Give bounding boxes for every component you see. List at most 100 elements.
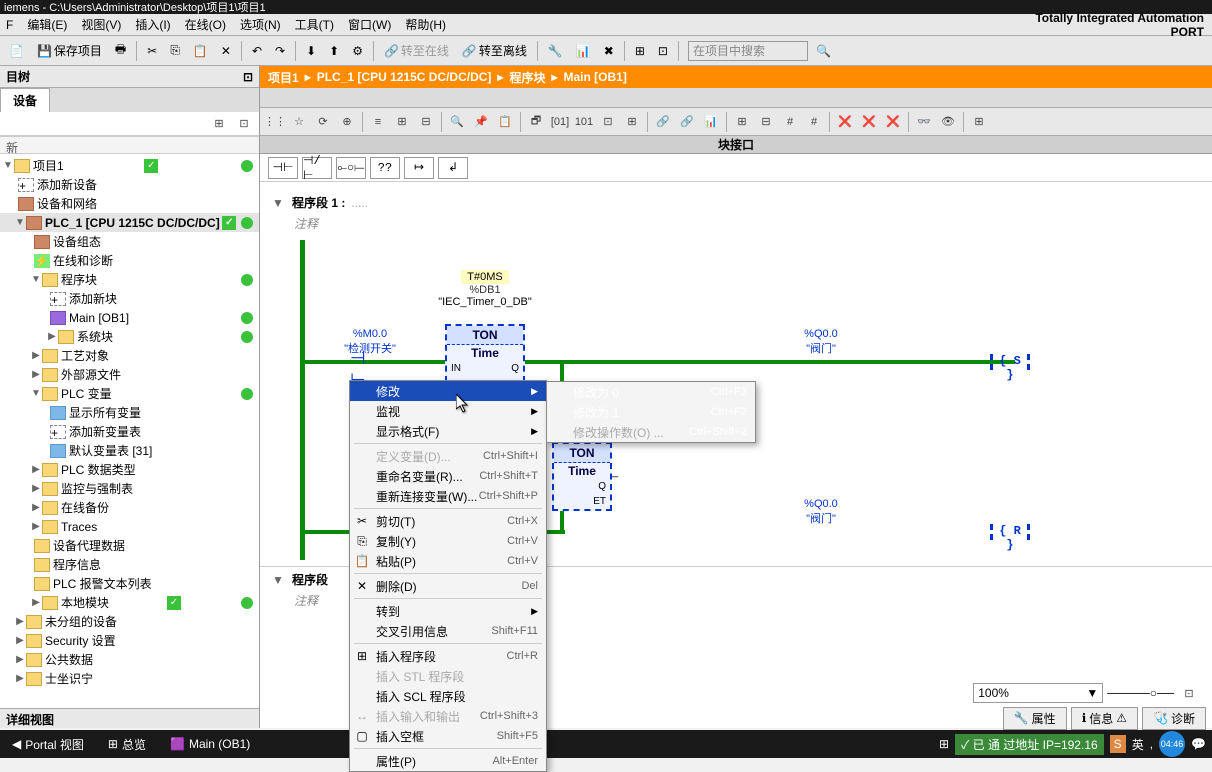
et-icon[interactable]: ⊞	[731, 111, 753, 133]
menu-file[interactable]: F	[0, 16, 19, 34]
coil-q0.0-reset[interactable]: %Q0.0"阀门"	[786, 498, 856, 526]
et-icon[interactable]: ⊞	[621, 111, 643, 133]
tree-local-modules[interactable]: ▶本地模块✓	[0, 593, 259, 612]
collapse-icon[interactable]: ▼	[272, 573, 286, 587]
et-icon[interactable]: ⊕	[336, 111, 358, 133]
menu-edit[interactable]: 编辑(E)	[21, 14, 73, 35]
tree-main-ob1[interactable]: Main [OB1]	[0, 308, 259, 327]
ctx-cut[interactable]: ✂剪切(T)Ctrl+X	[350, 511, 546, 531]
tb-icon2[interactable]: 📊	[571, 41, 596, 61]
reset-coil-icon[interactable]: { R }	[990, 524, 1030, 540]
ctx-properties[interactable]: 属性(P)Alt+Enter	[350, 751, 546, 771]
project-tree[interactable]: ▼项目1✓ +添加新设备 设备和网络 ▼PLC_1 [CPU 1215C DC/…	[0, 154, 259, 708]
delete-icon[interactable]: ✕	[216, 41, 236, 61]
portal-view-button[interactable]: ◀ Portal 视图	[6, 734, 90, 755]
ctx-delete[interactable]: ✕删除(D)Del	[350, 576, 546, 596]
et-icon[interactable]: #	[803, 111, 825, 133]
ctx-rewire-var[interactable]: 重新连接变量(W)...Ctrl+Shift+P	[350, 486, 546, 506]
tree-tool2-icon[interactable]: ⊡	[233, 113, 255, 135]
et-icon[interactable]: [01]	[549, 111, 571, 133]
et-icon[interactable]: 📊	[700, 111, 722, 133]
coil-q0.0-set[interactable]: %Q0.0"阀门"	[786, 328, 856, 356]
tab-diagnostics[interactable]: 🩺诊断	[1142, 707, 1206, 730]
ime-indicator[interactable]: S	[1110, 735, 1126, 753]
tb-icon4[interactable]: ⊞	[630, 41, 650, 61]
menu-help[interactable]: 帮助(H)	[399, 14, 452, 35]
search-input[interactable]: 在项目中搜索	[688, 41, 808, 61]
print-icon[interactable]: 🖶	[110, 37, 131, 64]
lad-coil-icon[interactable]: ⟜○⟝	[336, 157, 366, 179]
tree-online-diag[interactable]: ⚡在线和诊断	[0, 251, 259, 270]
menu-tools[interactable]: 工具(T)	[289, 14, 340, 35]
et-icon[interactable]: 🔗	[652, 111, 674, 133]
ime-lang[interactable]: 英	[1132, 736, 1144, 753]
et-icon[interactable]: ⊞	[968, 111, 990, 133]
tree-common-data[interactable]: ▶公共数据	[0, 650, 259, 669]
et-icon[interactable]: 📌	[470, 111, 492, 133]
tree-dev-network[interactable]: 设备和网络	[0, 194, 259, 213]
ctx-rename-var[interactable]: 重命名变量(R)...Ctrl+Shift+T	[350, 466, 546, 486]
compile-icon[interactable]: ⚙	[347, 41, 368, 61]
tree-alarm-text[interactable]: PLC 报警文本列表	[0, 574, 259, 593]
ctx-paste[interactable]: 📋粘贴(P)Ctrl+V	[350, 551, 546, 571]
et-icon[interactable]: ⊡	[597, 111, 619, 133]
ctx-insert-network[interactable]: ⊞插入程序段Ctrl+R	[350, 646, 546, 666]
menu-online[interactable]: 在线(O)	[179, 14, 232, 35]
zoom-fit-icon[interactable]: ⊡	[1178, 682, 1200, 704]
ctx-modify-to-1[interactable]: 修改为 1Ctrl+F2	[547, 402, 755, 422]
ton-block-2[interactable]: TON Time Q ET	[552, 442, 612, 511]
tree-program-info[interactable]: 程序信息	[0, 555, 259, 574]
bc-blocks[interactable]: 程序块	[509, 69, 545, 86]
set-coil-icon[interactable]: { S }	[990, 354, 1030, 370]
et-icon[interactable]: ❌	[882, 111, 904, 133]
tree-add-block[interactable]: +添加新块	[0, 289, 259, 308]
download-icon[interactable]: ⬇	[301, 41, 321, 61]
copy-icon[interactable]: ⎘	[165, 40, 185, 61]
comment[interactable]: 注释	[260, 215, 1212, 232]
undo-icon[interactable]: ↶	[247, 41, 267, 61]
ctx-monitor[interactable]: 监视▶	[350, 401, 546, 421]
ctx-insert-scl[interactable]: 插入 SCL 程序段	[350, 686, 546, 706]
tree-add-device[interactable]: +添加新设备	[0, 175, 259, 194]
menu-insert[interactable]: 插入(I)	[129, 14, 176, 35]
lad-nc-contact-icon[interactable]: ⊣/⊢	[302, 157, 332, 179]
et-icon[interactable]: ☆	[288, 111, 310, 133]
menu-view[interactable]: 视图(V)	[75, 14, 127, 35]
tree-default-tags[interactable]: 默认变量表 [31]	[0, 441, 259, 460]
devices-tab[interactable]: 设备	[0, 88, 50, 112]
et-icon[interactable]: ⊞	[391, 111, 413, 133]
tb-icon1[interactable]: 🔧	[543, 41, 568, 61]
ctx-insert-empty[interactable]: ▢插入空框Shift+F5	[350, 726, 546, 746]
et-icon[interactable]: 🔍	[446, 111, 468, 133]
tab-info[interactable]: ℹ信息 ⚠	[1071, 707, 1138, 730]
tb-icon3[interactable]: ✖	[599, 41, 619, 61]
tree-watch-tables[interactable]: ▶监控与强制表	[0, 479, 259, 498]
tree-plc-tags[interactable]: ▼PLC 变量	[0, 384, 259, 403]
collapse-icon[interactable]: ▼	[272, 196, 286, 210]
bc-plc[interactable]: PLC_1 [CPU 1215C DC/DC/DC]	[317, 70, 492, 84]
bc-main[interactable]: Main [OB1]	[564, 70, 627, 84]
ctx-copy[interactable]: ⎘复制(Y)Ctrl+V	[350, 531, 546, 551]
bc-project[interactable]: 项目1	[268, 69, 299, 86]
et-icon[interactable]: 🔗	[676, 111, 698, 133]
new-project-icon[interactable]: 📄	[4, 41, 29, 61]
lad-branch-icon[interactable]: ↦	[404, 157, 434, 179]
save-button[interactable]: 💾 保存项目	[32, 39, 107, 62]
et-icon[interactable]: 📋	[494, 111, 516, 133]
upload-icon[interactable]: ⬆	[324, 41, 344, 61]
paste-icon[interactable]: 📋	[188, 41, 213, 61]
lad-open-branch-icon[interactable]: ↲	[438, 157, 468, 179]
network-1-header[interactable]: ▼ 程序段 1 : .....	[260, 190, 1212, 215]
tree-security[interactable]: ▶Security 设置	[0, 631, 259, 650]
tree-doc-settings[interactable]: ▶士坐识宁	[0, 669, 259, 688]
tree-plc[interactable]: ▼PLC_1 [CPU 1215C DC/DC/DC]✓	[0, 213, 259, 232]
et-icon[interactable]: ⊟	[415, 111, 437, 133]
tree-online-backup[interactable]: ▶在线备份	[0, 498, 259, 517]
tree-add-tag-table[interactable]: +添加新变量表	[0, 422, 259, 441]
tree-system-blocks[interactable]: ▶系统块	[0, 327, 259, 346]
et-icon[interactable]: ≡	[367, 111, 389, 133]
zoom-select[interactable]: 100%▼	[973, 683, 1103, 703]
tree-tech-objects[interactable]: ▶工艺对象	[0, 346, 259, 365]
ton-block-1[interactable]: TON Time INQ	[445, 324, 525, 382]
monitor-icon[interactable]: 👓	[913, 111, 935, 133]
